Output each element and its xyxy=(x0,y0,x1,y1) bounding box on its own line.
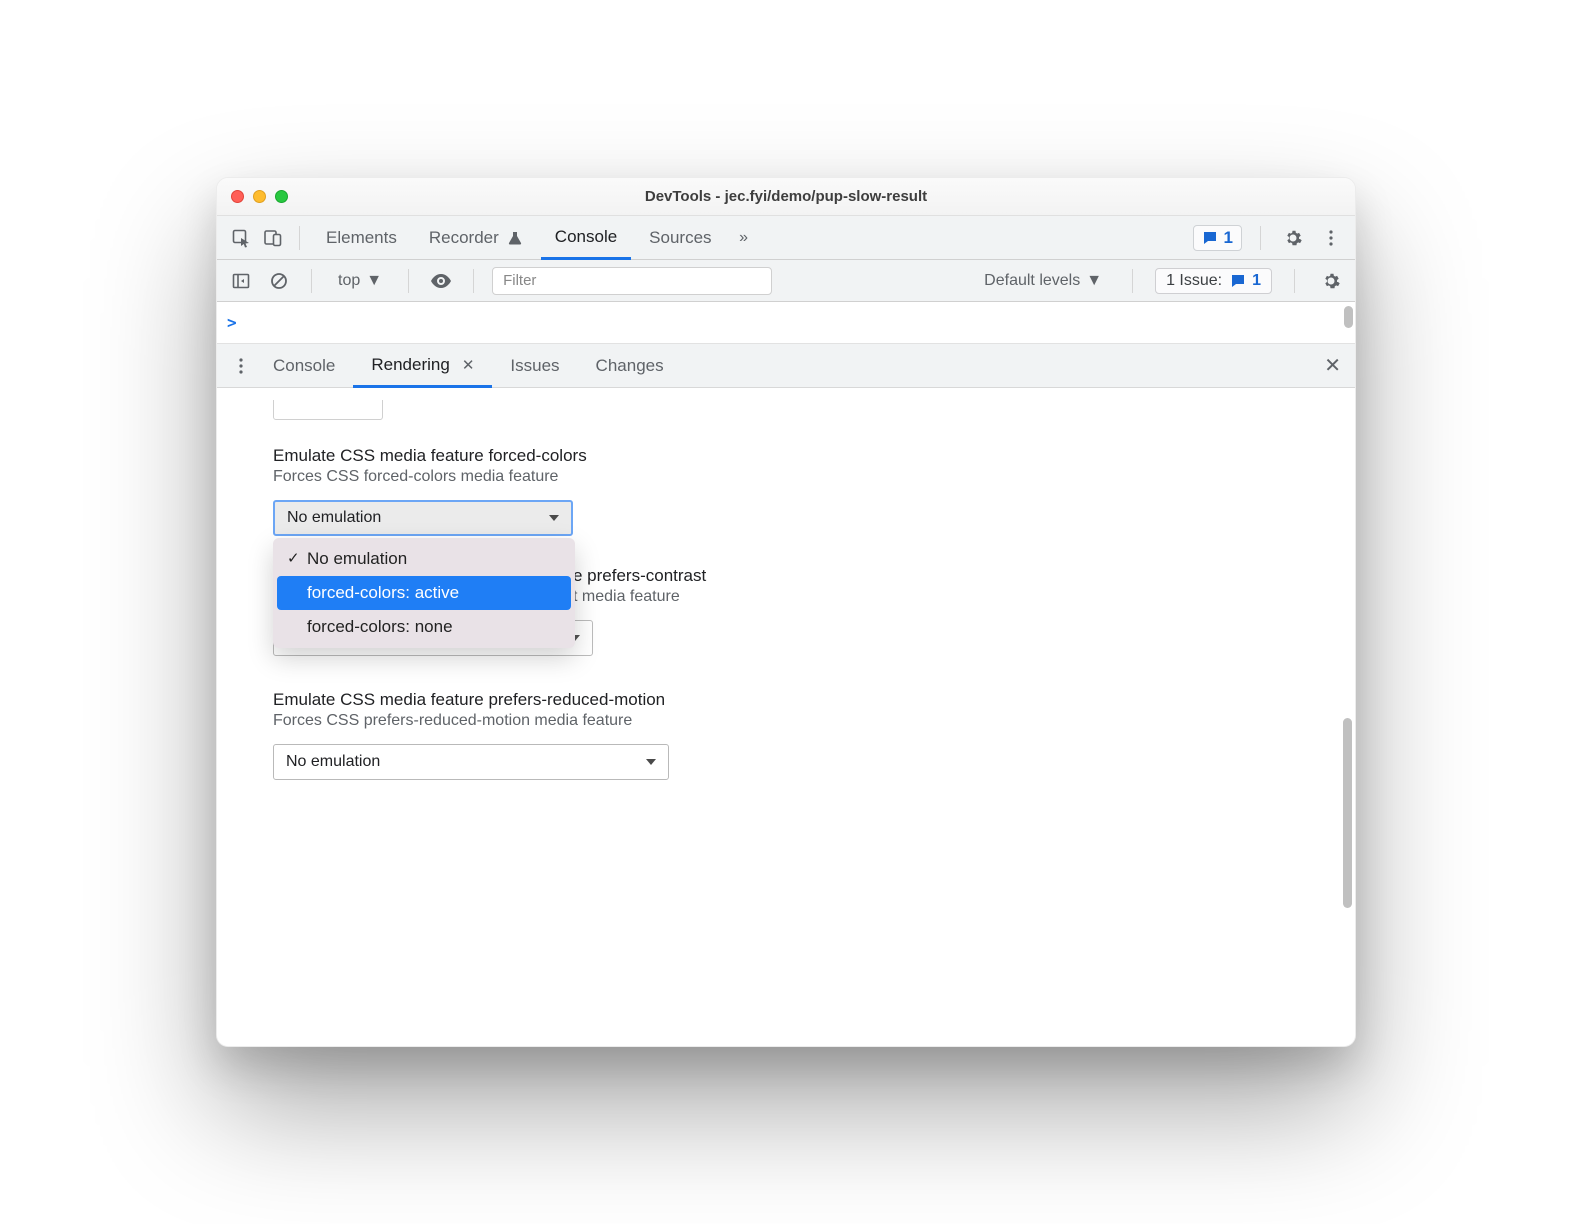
main-tabstrip: Elements Recorder Console Sources » 1 xyxy=(217,216,1355,260)
section-desc: Forces CSS prefers-reduced-motion media … xyxy=(273,712,1327,730)
console-toolbar: top ▼ Default levels ▼ 1 Issue: 1 xyxy=(217,260,1355,302)
dropdown-option-forced-colors-active[interactable]: forced-colors: active xyxy=(277,576,571,610)
panel-scrollbar-thumb[interactable] xyxy=(1343,718,1352,908)
section-prefers-reduced-motion: Emulate CSS media feature prefers-reduce… xyxy=(273,690,1327,780)
console-body[interactable]: > xyxy=(217,302,1355,344)
dropdown-option-forced-colors-none[interactable]: forced-colors: none xyxy=(277,610,571,644)
kebab-menu-icon[interactable] xyxy=(1317,224,1345,252)
more-tabs-icon[interactable]: » xyxy=(730,224,758,252)
minimize-window-button[interactable] xyxy=(253,190,266,203)
console-sidebar-toggle-icon[interactable] xyxy=(227,267,255,295)
log-levels-label: Default levels xyxy=(984,272,1080,290)
close-tab-icon[interactable]: ✕ xyxy=(462,356,475,374)
chevron-down-icon: ▼ xyxy=(1086,272,1102,290)
console-prompt: > xyxy=(227,313,237,332)
console-filter-input[interactable] xyxy=(492,267,772,295)
section-forced-colors: Emulate CSS media feature forced-colors … xyxy=(273,446,1327,536)
forced-colors-dropdown: No emulation forced-colors: active force… xyxy=(273,538,575,648)
context-selector[interactable]: top ▼ xyxy=(330,270,390,292)
device-toolbar-icon[interactable] xyxy=(259,224,287,252)
divider xyxy=(1132,269,1133,293)
issues-badge[interactable]: 1 xyxy=(1193,225,1242,251)
window-title: DevTools - jec.fyi/demo/pup-slow-result xyxy=(217,188,1355,205)
log-levels-selector[interactable]: Default levels ▼ xyxy=(976,270,1110,292)
titlebar: DevTools - jec.fyi/demo/pup-slow-result xyxy=(217,178,1355,216)
drawer-tab-issues[interactable]: Issues xyxy=(492,344,577,387)
scrollbar-thumb[interactable] xyxy=(1344,306,1353,328)
section-title: Emulate CSS media feature forced-colors xyxy=(273,446,1327,466)
context-selector-label: top xyxy=(338,272,360,290)
close-window-button[interactable] xyxy=(231,190,244,203)
issues-badge-count: 1 xyxy=(1224,228,1233,248)
message-icon xyxy=(1230,273,1246,289)
issues-counter-count: 1 xyxy=(1252,272,1261,290)
clear-console-icon[interactable] xyxy=(265,267,293,295)
issues-counter[interactable]: 1 Issue: 1 xyxy=(1155,268,1272,294)
clipped-select-stub xyxy=(273,400,383,420)
tab-sources[interactable]: Sources xyxy=(635,216,725,259)
live-expression-icon[interactable] xyxy=(427,267,455,295)
divider xyxy=(473,269,474,293)
divider xyxy=(408,269,409,293)
dropdown-option-no-emulation[interactable]: No emulation xyxy=(277,542,571,576)
forced-colors-select-value: No emulation xyxy=(287,509,381,527)
console-settings-icon[interactable] xyxy=(1317,267,1345,295)
drawer-tab-changes[interactable]: Changes xyxy=(578,344,682,387)
drawer-tab-console[interactable]: Console xyxy=(255,344,353,387)
divider xyxy=(1260,226,1261,250)
tab-recorder-label: Recorder xyxy=(429,228,499,248)
drawer-tab-rendering-label: Rendering xyxy=(371,355,449,375)
drawer-tabstrip: Console Rendering ✕ Issues Changes ✕ xyxy=(217,344,1355,388)
divider xyxy=(299,226,300,250)
section-title: Emulate CSS media feature prefers-reduce… xyxy=(273,690,1327,710)
flask-icon xyxy=(507,230,523,246)
chevron-down-icon xyxy=(646,759,656,765)
divider xyxy=(311,269,312,293)
settings-icon[interactable] xyxy=(1279,224,1307,252)
drawer-tab-rendering[interactable]: Rendering ✕ xyxy=(353,345,492,388)
issues-counter-label: 1 Issue: xyxy=(1166,272,1222,290)
message-icon xyxy=(1202,230,1218,246)
section-desc: Forces CSS forced-colors media feature xyxy=(273,468,1327,486)
drawer-kebab-icon[interactable] xyxy=(227,352,255,380)
forced-colors-select[interactable]: No emulation xyxy=(273,500,573,536)
close-drawer-icon[interactable]: ✕ xyxy=(1324,353,1341,378)
rendering-panel: Emulate CSS media feature forced-colors … xyxy=(217,388,1355,1046)
window-controls xyxy=(231,190,288,203)
devtools-window: DevTools - jec.fyi/demo/pup-slow-result … xyxy=(216,177,1356,1047)
tab-recorder[interactable]: Recorder xyxy=(415,216,537,259)
tab-console[interactable]: Console xyxy=(541,217,631,260)
inspect-icon[interactable] xyxy=(227,224,255,252)
prefers-reduced-motion-select[interactable]: No emulation xyxy=(273,744,669,780)
divider xyxy=(1294,269,1295,293)
zoom-window-button[interactable] xyxy=(275,190,288,203)
tab-elements[interactable]: Elements xyxy=(312,216,411,259)
chevron-down-icon xyxy=(549,515,559,521)
chevron-down-icon: ▼ xyxy=(366,272,382,290)
prefers-reduced-motion-select-value: No emulation xyxy=(286,753,380,771)
